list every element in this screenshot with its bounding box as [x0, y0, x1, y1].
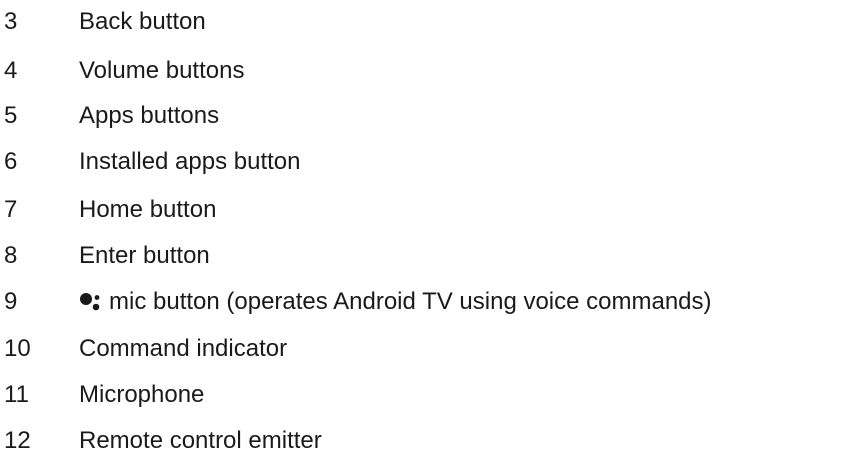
legend-item: 7 Home button — [0, 192, 852, 228]
item-number: 11 — [4, 381, 29, 408]
item-label: Microphone — [79, 381, 205, 408]
item-number: 5 — [4, 102, 18, 129]
item-label: Command indicator — [79, 335, 288, 362]
item-number: 8 — [4, 242, 18, 269]
legend-item: 11 Microphone — [0, 377, 852, 413]
legend-item: 12 Remote control emitter — [0, 423, 852, 459]
legend-item: 5 Apps buttons — [0, 98, 852, 134]
item-label: Enter button — [79, 242, 210, 269]
item-number: 10 — [4, 335, 31, 362]
legend-item: 10 Command indicator — [0, 331, 852, 367]
google-assistant-icon — [79, 284, 103, 320]
item-label: Volume buttons — [79, 57, 245, 84]
legend-item: 9 mic button (operates Android TV using … — [0, 284, 852, 320]
item-number: 6 — [4, 148, 18, 175]
item-number: 12 — [4, 427, 31, 454]
item-label: Apps buttons — [79, 102, 220, 129]
item-number: 9 — [4, 288, 18, 315]
legend-item: 3 Back button — [0, 4, 852, 40]
legend-item: 8 Enter button — [0, 238, 852, 274]
item-label: Installed apps button — [79, 148, 301, 175]
item-number: 7 — [4, 196, 18, 223]
legend-item: 6 Installed apps button — [0, 144, 852, 180]
item-label: Remote control emitter — [79, 427, 322, 454]
item-number: 3 — [4, 8, 18, 35]
item-label-with-icon: mic button (operates Android TV using vo… — [79, 284, 712, 320]
item-number: 4 — [4, 57, 18, 84]
item-label: mic button (operates Android TV using vo… — [109, 288, 712, 315]
item-label: Home button — [79, 196, 217, 223]
legend-item: 4 Volume buttons — [0, 53, 852, 89]
component-legend-list: 3 Back button 4 Volume buttons 5 Apps bu… — [0, 0, 852, 463]
item-label: Back button — [79, 8, 206, 35]
